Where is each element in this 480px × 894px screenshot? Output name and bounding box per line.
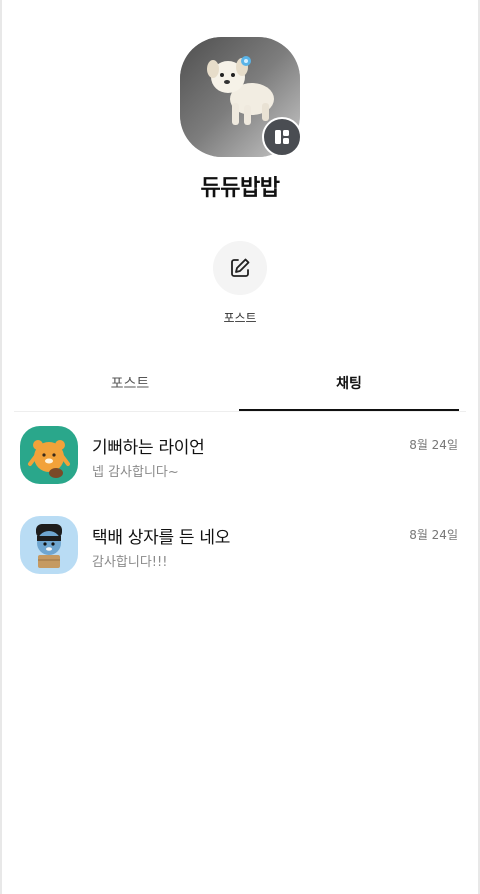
edit-icon: [231, 258, 250, 277]
profile-card-icon: [275, 130, 289, 144]
tab-chat[interactable]: 채팅: [239, 357, 459, 411]
post-action-label: 포스트: [223, 311, 257, 325]
profile-avatar-wrap[interactable]: [180, 37, 302, 157]
chat-list: 기뻐하는 라이언 넵 감사합니다~ 8월 24일 택배 상자를 든 네오 감사합…: [0, 418, 480, 598]
profile-tabs: 포스트 채팅: [0, 357, 480, 413]
chat-list-item[interactable]: 택배 상자를 든 네오 감사합니다!!! 8월 24일: [0, 508, 480, 598]
chat-date: 8월 24일: [409, 438, 458, 452]
ryan-character-icon: [20, 426, 78, 484]
chat-name: 기뻐하는 라이언: [92, 438, 205, 458]
profile-header: 듀듀밥밥 포스트: [0, 37, 480, 347]
post-action-button[interactable]: [213, 241, 267, 295]
chat-date: 8월 24일: [409, 528, 458, 542]
chat-list-item[interactable]: 기뻐하는 라이언 넵 감사합니다~ 8월 24일: [0, 418, 480, 508]
tab-posts[interactable]: 포스트: [20, 357, 240, 411]
post-action[interactable]: 포스트: [212, 241, 268, 326]
chat-preview: 넵 감사합니다~: [92, 465, 179, 480]
neo-character-icon: [20, 516, 78, 574]
chat-name: 택배 상자를 든 네오: [92, 528, 231, 548]
chat-preview: 감사합니다!!!: [92, 555, 168, 570]
ryan-avatar: [20, 426, 78, 484]
neo-avatar: [20, 516, 78, 574]
tabs-divider: [14, 411, 466, 412]
profile-name: 듀듀밥밥: [200, 176, 280, 201]
profile-card-badge[interactable]: [262, 117, 302, 157]
